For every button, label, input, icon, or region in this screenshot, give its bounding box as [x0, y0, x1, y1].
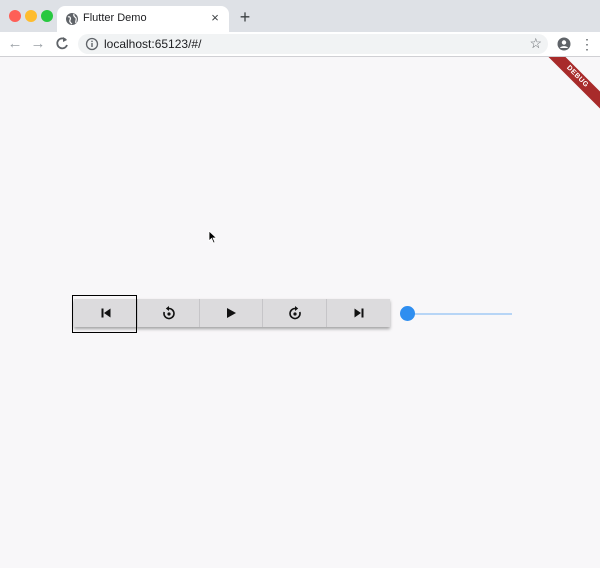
- minimize-window-button[interactable]: [25, 10, 37, 22]
- slider-thumb[interactable]: [400, 306, 415, 321]
- address-bar[interactable]: localhost:65123/#/ ☆: [78, 34, 548, 54]
- focus-indicator: [72, 295, 137, 333]
- close-window-button[interactable]: [9, 10, 21, 22]
- replay-5-icon: [162, 306, 175, 320]
- mouse-cursor-icon: [208, 230, 218, 244]
- playback-slider[interactable]: [400, 306, 513, 322]
- profile-icon[interactable]: [557, 37, 571, 51]
- play-button[interactable]: [200, 299, 263, 327]
- skip-next-button[interactable]: [327, 299, 390, 327]
- maximize-window-button[interactable]: [41, 10, 53, 22]
- replay-5-button[interactable]: [138, 299, 200, 327]
- url-text: localhost:65123/#/: [104, 37, 202, 51]
- globe-icon: [66, 13, 78, 25]
- skip-next-icon: [354, 308, 363, 318]
- debug-banner: DEBUG: [540, 57, 600, 117]
- info-icon[interactable]: [85, 37, 99, 51]
- arrow-right-icon[interactable]: →: [29, 35, 47, 53]
- new-tab-button[interactable]: +: [236, 8, 254, 26]
- browser-tabstrip: Flutter Demo × +: [0, 0, 600, 32]
- star-icon[interactable]: ☆: [529, 35, 542, 52]
- play-icon: [227, 308, 236, 318]
- reload-icon[interactable]: [53, 35, 71, 53]
- arrow-left-icon[interactable]: ←: [6, 35, 24, 53]
- menu-icon[interactable]: ⋮: [580, 36, 594, 52]
- tab-title: Flutter Demo: [83, 12, 147, 24]
- browser-tab[interactable]: Flutter Demo ×: [57, 6, 229, 32]
- tab-close-icon[interactable]: ×: [207, 10, 223, 26]
- forward-5-button[interactable]: [263, 299, 327, 327]
- slider-track[interactable]: [408, 313, 512, 315]
- forward-5-icon: [288, 306, 301, 320]
- debug-label: DEBUG: [540, 57, 600, 114]
- browser-toolbar: ← → localhost:65123/#/ ☆ ⋮: [0, 32, 600, 57]
